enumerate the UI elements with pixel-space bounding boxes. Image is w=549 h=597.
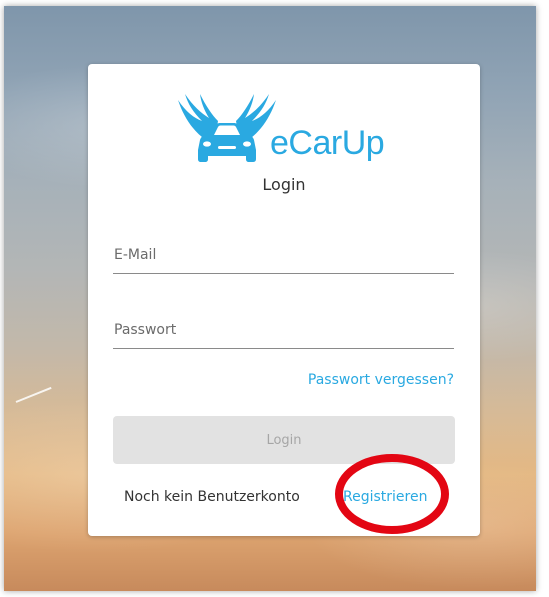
highlight-circle xyxy=(335,454,449,534)
logo: eCarUp xyxy=(176,88,396,168)
email-input[interactable] xyxy=(113,237,454,273)
screen: eCarUp Login Passwort vergessen? Login N… xyxy=(0,0,549,597)
no-account-text: Noch kein Benutzerkonto xyxy=(124,489,300,505)
login-title: Login xyxy=(262,175,306,194)
password-field-wrapper xyxy=(113,312,454,349)
contrail xyxy=(15,386,52,403)
winged-car-icon xyxy=(178,94,276,162)
forgot-password-link[interactable]: Passwort vergessen? xyxy=(308,372,454,388)
logo-text: eCarUp xyxy=(270,124,385,162)
password-input[interactable] xyxy=(113,312,454,348)
email-field-wrapper xyxy=(113,237,454,274)
